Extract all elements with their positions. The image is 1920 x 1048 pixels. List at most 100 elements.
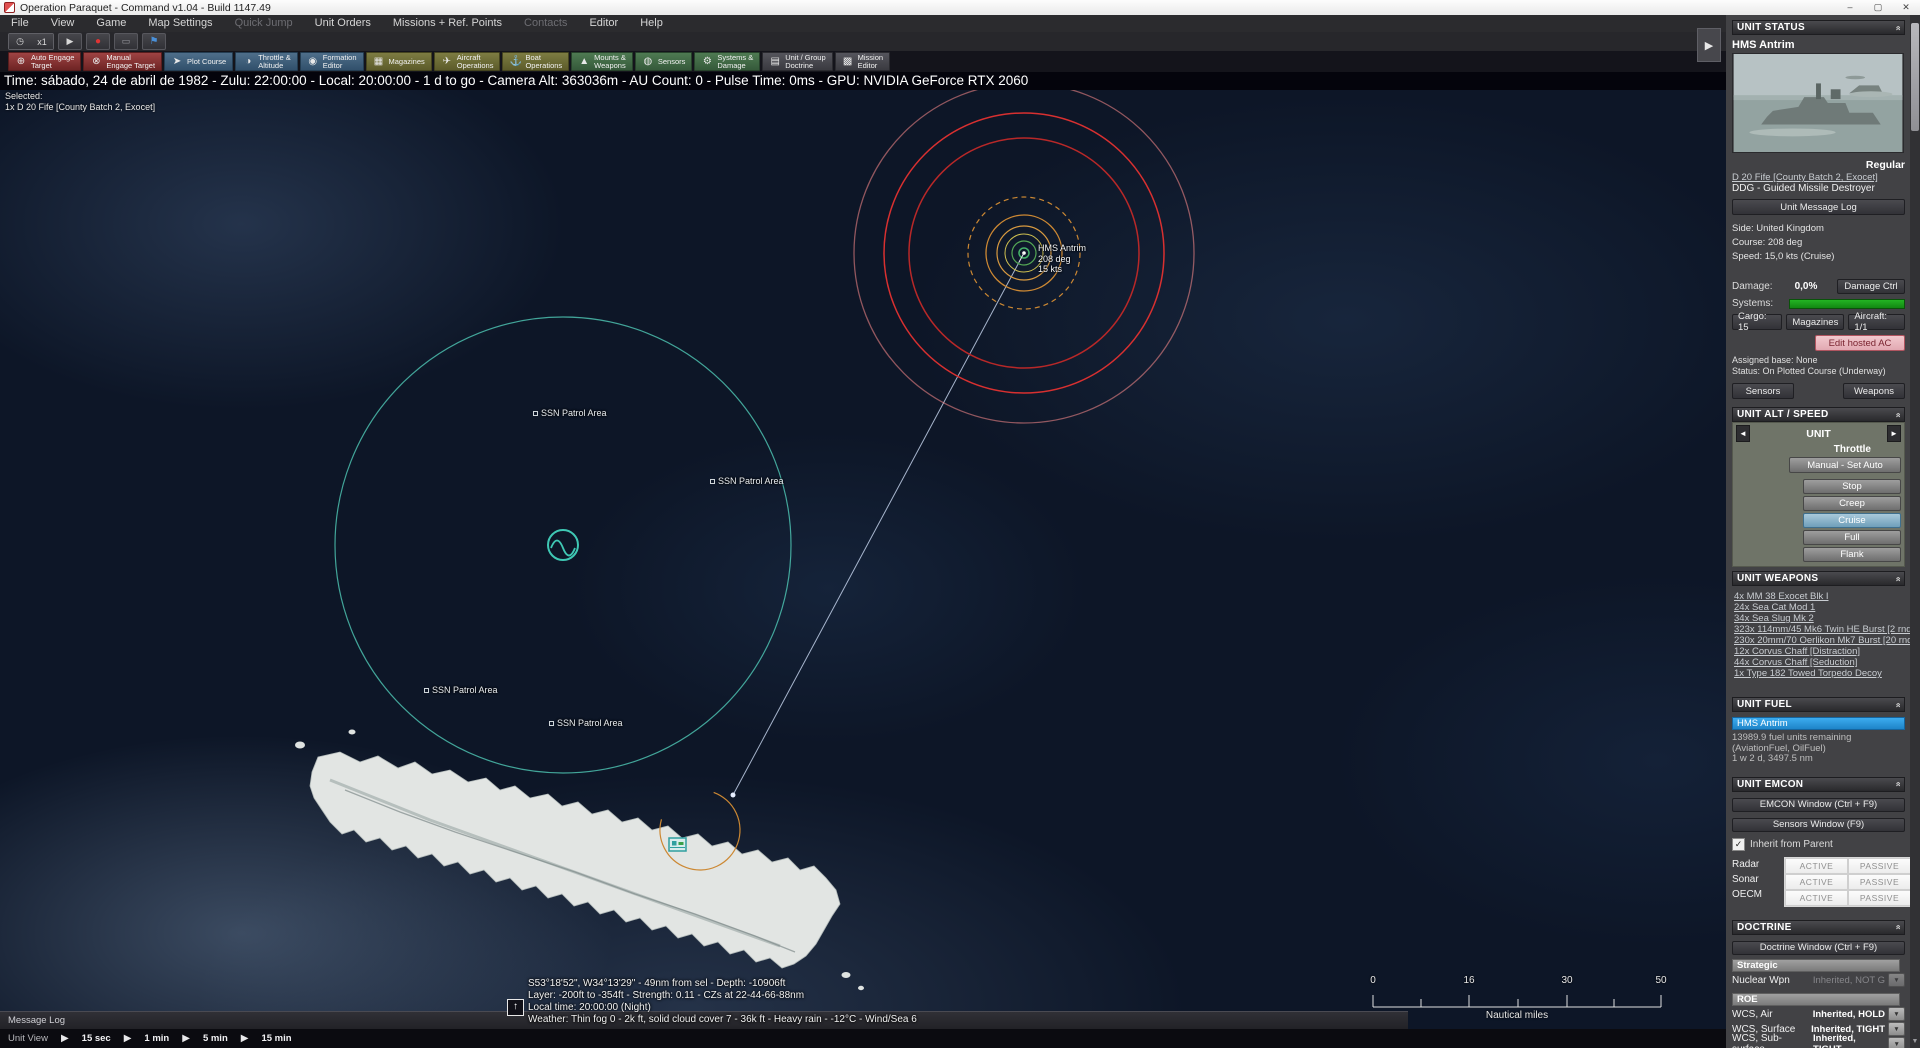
- unit-map-label[interactable]: HMS Antrim 208 deg 15 kts: [1038, 243, 1086, 275]
- inherit-checkbox[interactable]: ✓: [1732, 838, 1745, 851]
- sensors-window-button[interactable]: Sensors Window (F9): [1732, 818, 1905, 832]
- menu-unit-orders[interactable]: Unit Orders: [304, 15, 382, 32]
- close-button[interactable]: ✕: [1892, 0, 1920, 15]
- oecm-active-button[interactable]: ACTIVE: [1785, 890, 1848, 906]
- play-icon[interactable]: ▶: [241, 1033, 249, 1044]
- record-button[interactable]: ●: [86, 33, 110, 50]
- play-icon[interactable]: ▶: [61, 1033, 69, 1044]
- ribbon-toolbar: ⊕ Auto Engage Target ⊗ Manual Engage Tar…: [0, 51, 1726, 72]
- flag-tool-button[interactable]: ⚑: [142, 33, 166, 50]
- weapon-link[interactable]: 24x Sea Cat Mod 1: [1734, 602, 1905, 613]
- map-viewport[interactable]: SSN Patrol Area SSN Patrol Area SSN Patr…: [0, 90, 1726, 1048]
- step-15sec[interactable]: 15 sec: [82, 1033, 111, 1044]
- weapons-panel-button[interactable]: Weapons: [1843, 383, 1905, 399]
- unit-symbol-hms-antrim[interactable]: [1019, 248, 1029, 262]
- chevron-down-icon[interactable]: ▼: [1888, 1007, 1905, 1021]
- weapon-link[interactable]: 1x Type 182 Towed Torpedo Decoy: [1734, 668, 1905, 679]
- manual-set-auto-button[interactable]: Manual - Set Auto: [1789, 457, 1901, 473]
- unit-alt-speed-header[interactable]: UNIT ALT / SPEED »: [1732, 407, 1905, 422]
- menu-editor[interactable]: Editor: [578, 15, 629, 32]
- minimize-button[interactable]: –: [1836, 0, 1864, 15]
- plot-course-button[interactable]: ➤ Plot Course: [164, 52, 233, 71]
- sonar-active-button[interactable]: ACTIVE: [1785, 874, 1848, 890]
- chevron-down-icon[interactable]: ▼: [1888, 1037, 1905, 1048]
- weapon-link[interactable]: 230x 20mm/70 Oerlikon Mk7 Burst [20 rnds…: [1734, 635, 1905, 646]
- unit-emcon-header[interactable]: UNIT EMCON »: [1732, 777, 1905, 792]
- ref-point-label[interactable]: SSN Patrol Area: [533, 408, 607, 418]
- systems-damage-button[interactable]: ⚙ Systems & Damage: [694, 52, 760, 71]
- unit-status-header[interactable]: UNIT STATUS »: [1732, 20, 1905, 35]
- weapon-link[interactable]: 4x MM 38 Exocet Blk I: [1734, 591, 1905, 602]
- unit-class-link[interactable]: D 20 Fife [County Batch 2, Exocet]: [1732, 172, 1878, 183]
- scrollbar-down-arrow[interactable]: ▼: [1910, 1036, 1920, 1048]
- throttle-creep-button[interactable]: Creep: [1803, 496, 1901, 511]
- pan-tool-button[interactable]: ▭: [114, 33, 138, 50]
- boat-operations-button[interactable]: ⚓ Boat Operations: [502, 52, 569, 71]
- mission-editor-button[interactable]: ▩ Mission Editor: [835, 52, 890, 71]
- auto-engage-target-button[interactable]: ⊕ Auto Engage Target: [8, 52, 81, 71]
- menu-view[interactable]: View: [40, 15, 86, 32]
- oecm-passive-button[interactable]: PASSIVE: [1848, 890, 1910, 906]
- sensors-button[interactable]: ◍ Sensors: [635, 52, 693, 71]
- fuel-selected-unit[interactable]: HMS Antrim: [1732, 717, 1905, 730]
- menu-map-settings[interactable]: Map Settings: [137, 15, 223, 32]
- radar-active-button[interactable]: ACTIVE: [1785, 858, 1848, 874]
- base-symbol[interactable]: [669, 838, 686, 851]
- maximize-button[interactable]: ▢: [1864, 0, 1892, 15]
- formation-editor-button[interactable]: ◉ Formation Editor: [300, 52, 364, 71]
- step-15min[interactable]: 15 min: [261, 1033, 291, 1044]
- magazines-button[interactable]: ▦ Magazines: [366, 52, 432, 71]
- view-mode-label[interactable]: Unit View: [8, 1033, 48, 1044]
- throttle-altitude-button[interactable]: ◑ Throttle & Altitude: [235, 52, 298, 71]
- sidebar-collapse-button[interactable]: ▶: [1697, 28, 1721, 62]
- run-button[interactable]: ▶: [58, 33, 82, 50]
- weapon-link[interactable]: 34x Sea Slug Mk 2: [1734, 613, 1905, 624]
- chevron-left-icon[interactable]: ◄: [1736, 425, 1750, 442]
- sonar-passive-button[interactable]: PASSIVE: [1848, 874, 1910, 890]
- damage-ctrl-button[interactable]: Damage Ctrl: [1837, 279, 1905, 294]
- surface-expand-icon[interactable]: ↑: [507, 999, 524, 1016]
- weapon-link[interactable]: 44x Corvus Chaff [Seduction]: [1734, 657, 1905, 668]
- unit-fuel-header[interactable]: UNIT FUEL »: [1732, 697, 1905, 712]
- clock-icon[interactable]: ◷: [9, 34, 31, 49]
- menu-missions-ref-points[interactable]: Missions + Ref. Points: [382, 15, 513, 32]
- unit-group-doctrine-button[interactable]: ▤ Unit / Group Doctrine: [762, 52, 832, 71]
- aircraft-operations-button[interactable]: ✈ Aircraft Operations: [434, 52, 501, 71]
- play-icon[interactable]: ▶: [182, 1033, 190, 1044]
- menu-file[interactable]: File: [0, 15, 40, 32]
- ref-point-label[interactable]: SSN Patrol Area: [710, 476, 784, 486]
- manual-engage-target-button[interactable]: ⊗ Manual Engage Target: [83, 52, 162, 71]
- weapon-link[interactable]: 323x 114mm/45 Mk6 Twin HE Burst [2 rnds]: [1734, 624, 1905, 635]
- aircraft-button[interactable]: Aircraft: 1/1: [1848, 314, 1905, 330]
- unit-weapons-header[interactable]: UNIT WEAPONS »: [1732, 571, 1905, 586]
- throttle-stop-button[interactable]: Stop: [1803, 479, 1901, 494]
- sidebar-scrollbar[interactable]: ▼: [1910, 15, 1920, 1048]
- time-compression-button[interactable]: x1: [31, 34, 53, 49]
- doctrine-window-button[interactable]: Doctrine Window (Ctrl + F9): [1732, 941, 1905, 955]
- throttle-cruise-button[interactable]: Cruise: [1803, 513, 1901, 528]
- throttle-full-button[interactable]: Full: [1803, 530, 1901, 545]
- throttle-flank-button[interactable]: Flank: [1803, 547, 1901, 562]
- menu-game[interactable]: Game: [85, 15, 137, 32]
- radar-passive-button[interactable]: PASSIVE: [1848, 858, 1910, 874]
- emcon-window-button[interactable]: EMCON Window (Ctrl + F9): [1732, 798, 1905, 812]
- weapon-link[interactable]: 12x Corvus Chaff [Distraction]: [1734, 646, 1905, 657]
- doctrine-header[interactable]: DOCTRINE »: [1732, 920, 1905, 935]
- ref-point-label[interactable]: SSN Patrol Area: [424, 685, 498, 695]
- sensors-panel-button[interactable]: Sensors: [1732, 383, 1794, 399]
- chevron-down-icon[interactable]: ▼: [1888, 1022, 1905, 1036]
- magazines-button[interactable]: Magazines: [1786, 314, 1844, 330]
- chevron-right-icon[interactable]: ►: [1887, 425, 1901, 442]
- menu-help[interactable]: Help: [629, 15, 674, 32]
- scrollbar-thumb[interactable]: [1911, 23, 1919, 131]
- cargo-button[interactable]: Cargo: 15: [1732, 314, 1782, 330]
- unit-message-log-button[interactable]: Unit Message Log: [1732, 199, 1905, 215]
- chevron-down-icon[interactable]: ▼: [1888, 973, 1905, 987]
- play-icon[interactable]: ▶: [124, 1033, 132, 1044]
- mounts-weapons-button[interactable]: ▲ Mounts & Weapons: [571, 52, 633, 71]
- step-1min[interactable]: 1 min: [144, 1033, 169, 1044]
- edit-hosted-ac-button[interactable]: Edit hosted AC: [1815, 335, 1905, 351]
- step-5min[interactable]: 5 min: [203, 1033, 228, 1044]
- ref-point-label[interactable]: SSN Patrol Area: [549, 718, 623, 728]
- contact-symbol-unknown-sub[interactable]: [548, 530, 578, 560]
